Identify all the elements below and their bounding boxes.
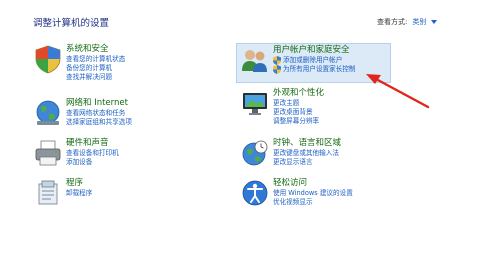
shield-flag-icon [33, 44, 63, 74]
category-network: 网络和 Internet 查看网络状态和任务 选择家庭组和共享选项 [33, 98, 132, 128]
category-link[interactable]: 优化视频显示 [273, 198, 353, 207]
display-icon [240, 88, 270, 118]
category-link[interactable]: 查看设备和打印机 [66, 149, 119, 158]
category-link[interactable]: 卸载程序 [66, 189, 92, 198]
view-by-control: 查看方式: 类别 [377, 17, 437, 27]
network-globe-icon [33, 98, 63, 128]
category-heading[interactable]: 用户帐户和家庭安全 [273, 45, 356, 56]
category-link[interactable]: 添加设备 [66, 158, 119, 167]
category-hardware-sound: 硬件和声音 查看设备和打印机 添加设备 [33, 138, 119, 168]
category-user-accounts: 用户帐户和家庭安全 添加或删除用户帐户 为所有用户设置家长控制 [240, 45, 356, 75]
category-link[interactable]: 添加或删除用户帐户 [273, 56, 356, 65]
category-link[interactable]: 备份您的计算机 [66, 64, 125, 73]
view-by-value: 类别 [412, 18, 427, 26]
category-link[interactable]: 使用 Windows 建议的设置 [273, 189, 353, 198]
category-link[interactable]: 查找并解决问题 [66, 73, 125, 82]
parental-controls-link[interactable]: 为所有用户设置家长控制 [273, 65, 356, 74]
category-link-label: 添加或删除用户帐户 [283, 56, 343, 64]
category-heading[interactable]: 系统和安全 [66, 44, 125, 55]
page-title: 调整计算机的设置 [33, 18, 110, 29]
category-ease-of-access: 轻松访问 使用 Windows 建议的设置 优化视频显示 [240, 178, 353, 208]
control-panel-page: 调整计算机的设置 查看方式: 类别 系统和安全 查看您的计算机状态 备份您的计算… [0, 0, 503, 280]
category-link[interactable]: 更改键盘或其他输入法 [273, 149, 341, 158]
category-heading[interactable]: 硬件和声音 [66, 138, 119, 149]
category-programs: 程序 卸载程序 [33, 178, 92, 208]
category-heading[interactable]: 程序 [66, 178, 92, 189]
category-link[interactable]: 调整屏幕分辨率 [273, 117, 324, 126]
category-heading[interactable]: 时钟、语言和区域 [273, 138, 341, 149]
category-link[interactable]: 查看您的计算机状态 [66, 55, 125, 64]
category-appearance: 外观和个性化 更改主题 更改桌面背景 调整屏幕分辨率 [240, 88, 324, 126]
category-system-security: 系统和安全 查看您的计算机状态 备份您的计算机 查找并解决问题 [33, 44, 125, 82]
ease-of-access-icon [240, 178, 270, 208]
category-link[interactable]: 更改显示语言 [273, 158, 341, 167]
category-clock-language: 时钟、语言和区域 更改键盘或其他输入法 更改显示语言 [240, 138, 341, 168]
printer-icon [33, 138, 63, 168]
category-heading[interactable]: 轻松访问 [273, 178, 353, 189]
view-by-dropdown[interactable]: 类别 [412, 17, 437, 27]
category-link[interactable]: 查看网络状态和任务 [66, 109, 132, 118]
category-heading[interactable]: 外观和个性化 [273, 88, 324, 99]
category-link-label: 为所有用户设置家长控制 [283, 65, 356, 73]
clock-globe-icon [240, 138, 270, 168]
uac-shield-icon [273, 56, 281, 65]
category-link[interactable]: 选择家庭组和共享选项 [66, 118, 132, 127]
chevron-down-icon [430, 20, 437, 24]
category-heading[interactable]: 网络和 Internet [66, 98, 132, 109]
users-icon [240, 45, 270, 75]
category-link[interactable]: 更改桌面背景 [273, 108, 324, 117]
uac-shield-icon [273, 65, 281, 74]
category-link[interactable]: 更改主题 [273, 99, 324, 108]
programs-icon [33, 178, 63, 208]
view-by-label: 查看方式: [377, 18, 408, 26]
